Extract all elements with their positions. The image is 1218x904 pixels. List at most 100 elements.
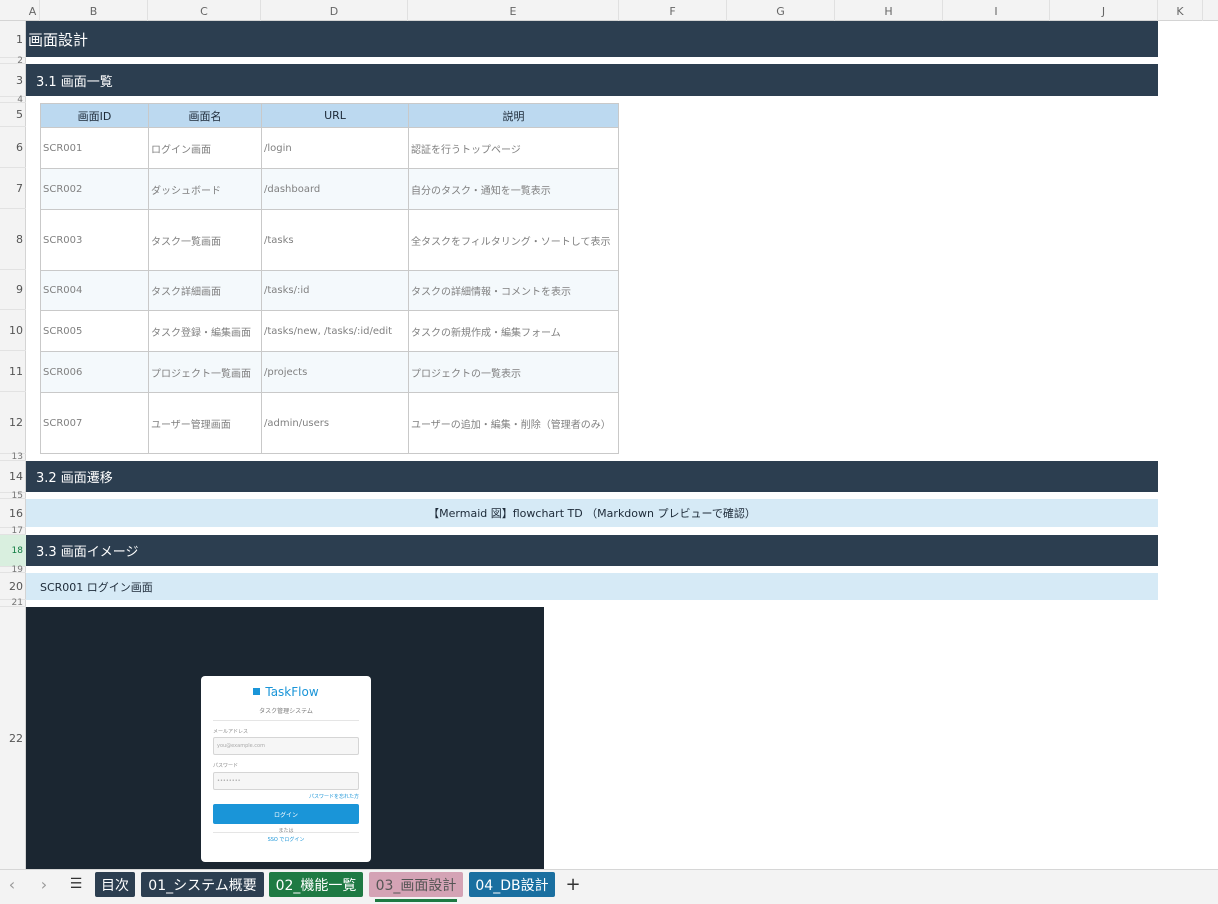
table-cell-id[interactable]: SCR003: [41, 210, 149, 271]
screen-list-table: 画面ID 画面名 URL 説明 SCR001 ログイン画面 /login 認証を…: [40, 103, 619, 454]
login-card: TaskFlow タスク管理システム メールアドレス you@example.c…: [201, 676, 371, 862]
row-header-5[interactable]: 5: [0, 103, 26, 127]
table-cell-url[interactable]: /tasks/new, /tasks/:id/edit: [262, 311, 409, 352]
brand-name: TaskFlow: [265, 685, 319, 699]
column-header-k[interactable]: K: [1158, 0, 1203, 21]
table-cell-description[interactable]: タスクの新規作成・編集フォーム: [409, 311, 619, 352]
or-label: または: [278, 828, 294, 834]
row-header-17[interactable]: 17: [0, 526, 26, 536]
table-cell-name[interactable]: タスク登録・編集画面: [149, 311, 262, 352]
prev-sheet-button[interactable]: ‹: [2, 875, 22, 894]
row-header-1[interactable]: 1: [0, 21, 26, 58]
column-header-h[interactable]: H: [835, 0, 943, 21]
next-sheet-button[interactable]: ›: [34, 875, 54, 894]
table-header-screen-id[interactable]: 画面ID: [41, 104, 149, 128]
table-header-url[interactable]: URL: [262, 104, 409, 128]
email-field[interactable]: you@example.com: [213, 737, 359, 755]
table-cell-id[interactable]: SCR007: [41, 393, 149, 454]
tab-feature-list[interactable]: 02_機能一覧: [269, 872, 363, 897]
table-cell-description[interactable]: タスクの詳細情報・コメントを表示: [409, 271, 619, 311]
table-cell-name[interactable]: プロジェクト一覧画面: [149, 352, 262, 393]
brand: TaskFlow: [201, 685, 371, 699]
sheet-title-band[interactable]: 画面設計: [26, 21, 1158, 57]
section-3-1-title: 3.1 画面一覧: [36, 74, 113, 90]
section-3-1-header[interactable]: 3.1 画面一覧: [26, 64, 1158, 96]
row-header-14[interactable]: 14: [0, 461, 26, 493]
add-sheet-button[interactable]: +: [563, 874, 583, 895]
column-header-i[interactable]: I: [943, 0, 1050, 21]
table-cell-description[interactable]: ユーザーの追加・編集・削除（管理者のみ）: [409, 393, 619, 454]
password-label: パスワード: [213, 763, 239, 769]
sheet-title: 画面設計: [28, 30, 89, 49]
column-header-a[interactable]: A: [26, 0, 40, 21]
row-header-18[interactable]: 18: [0, 535, 26, 567]
column-header-d[interactable]: D: [261, 0, 408, 21]
table-cell-id[interactable]: SCR002: [41, 169, 149, 210]
table-cell-name[interactable]: タスク詳細画面: [149, 271, 262, 311]
sheet-list-menu-icon[interactable]: ☰: [66, 876, 86, 892]
table-cell-name[interactable]: ダッシュボード: [149, 169, 262, 210]
table-cell-url[interactable]: /tasks: [262, 210, 409, 271]
login-subtitle: タスク管理システム: [259, 708, 313, 715]
sso-login-link[interactable]: SSO でログイン: [201, 836, 371, 843]
table-cell-url[interactable]: /dashboard: [262, 169, 409, 210]
row-header-20[interactable]: 20: [0, 573, 26, 600]
subsection-cell[interactable]: SCR001 ログイン画面: [26, 573, 1158, 600]
email-label: メールアドレス: [213, 729, 249, 735]
column-header-b[interactable]: B: [40, 0, 148, 21]
tab-system-overview[interactable]: 01_システム概要: [141, 872, 264, 897]
row-header-21[interactable]: 21: [0, 598, 26, 608]
login-button[interactable]: ログイン: [213, 804, 359, 824]
table-header-description[interactable]: 説明: [409, 104, 619, 128]
table-cell-name[interactable]: ログイン画面: [149, 128, 262, 169]
table-cell-description[interactable]: 全タスクをフィルタリング・ソートして表示: [409, 210, 619, 271]
row-header-13[interactable]: 13: [0, 452, 26, 462]
table-cell-url[interactable]: /admin/users: [262, 393, 409, 454]
table-cell-description[interactable]: 自分のタスク・通知を一覧表示: [409, 169, 619, 210]
column-header-c[interactable]: C: [148, 0, 261, 21]
column-header-j[interactable]: J: [1050, 0, 1158, 21]
section-3-2-title: 3.2 画面遷移: [36, 471, 113, 486]
forgot-password-link[interactable]: パスワードを忘れた方: [309, 793, 359, 800]
tab-label: 03_画面設計: [375, 877, 457, 894]
password-field[interactable]: ••••••••: [213, 772, 359, 790]
row-header-12[interactable]: 12: [0, 392, 26, 454]
table-cell-name[interactable]: タスク一覧画面: [149, 210, 262, 271]
divider: [213, 720, 359, 721]
tab-screen-design[interactable]: 03_画面設計: [369, 872, 463, 897]
login-button-label: ログイン: [273, 811, 298, 819]
column-header-e[interactable]: E: [408, 0, 619, 21]
table-cell-id[interactable]: SCR004: [41, 271, 149, 311]
section-3-2-header[interactable]: 3.2 画面遷移: [26, 461, 1158, 492]
row-header-9[interactable]: 9: [0, 270, 26, 310]
table-cell-description[interactable]: 認証を行うトップページ: [409, 128, 619, 169]
table-cell-id[interactable]: SCR001: [41, 128, 149, 169]
sheet-tab-bar: ‹ › ☰ 目次 01_システム概要 02_機能一覧 03_画面設計 04_DB…: [0, 869, 1218, 904]
mermaid-note: 【Mermaid 図】flowchart TD （Markdown プレビューで…: [428, 507, 756, 520]
table-cell-url[interactable]: /login: [262, 128, 409, 169]
table-cell-url[interactable]: /projects: [262, 352, 409, 393]
column-header-g[interactable]: G: [727, 0, 835, 21]
row-header-7[interactable]: 7: [0, 168, 26, 209]
table-cell-description[interactable]: プロジェクトの一覧表示: [409, 352, 619, 393]
table-header-screen-name[interactable]: 画面名: [149, 104, 262, 128]
table-cell-id[interactable]: SCR006: [41, 352, 149, 393]
row-header-22[interactable]: 22: [0, 607, 26, 869]
subsection-title: SCR001 ログイン画面: [40, 580, 153, 594]
row-header-10[interactable]: 10: [0, 310, 26, 351]
table-cell-url[interactable]: /tasks/:id: [262, 271, 409, 311]
row-header-8[interactable]: 8: [0, 209, 26, 270]
row-header-16[interactable]: 16: [0, 499, 26, 528]
row-header-3[interactable]: 3: [0, 64, 26, 97]
row-header-6[interactable]: 6: [0, 127, 26, 168]
login-screen-image[interactable]: TaskFlow タスク管理システム メールアドレス you@example.c…: [26, 607, 544, 869]
table-cell-id[interactable]: SCR005: [41, 311, 149, 352]
section-3-3-header[interactable]: 3.3 画面イメージ: [26, 535, 1158, 566]
column-header-bar: A B C D E F G H I J K: [0, 0, 1218, 21]
tab-toc[interactable]: 目次: [95, 872, 135, 897]
mermaid-note-cell[interactable]: 【Mermaid 図】flowchart TD （Markdown プレビューで…: [26, 499, 1158, 527]
column-header-f[interactable]: F: [619, 0, 727, 21]
tab-db-design[interactable]: 04_DB設計: [469, 872, 555, 897]
row-header-11[interactable]: 11: [0, 351, 26, 392]
table-cell-name[interactable]: ユーザー管理画面: [149, 393, 262, 454]
